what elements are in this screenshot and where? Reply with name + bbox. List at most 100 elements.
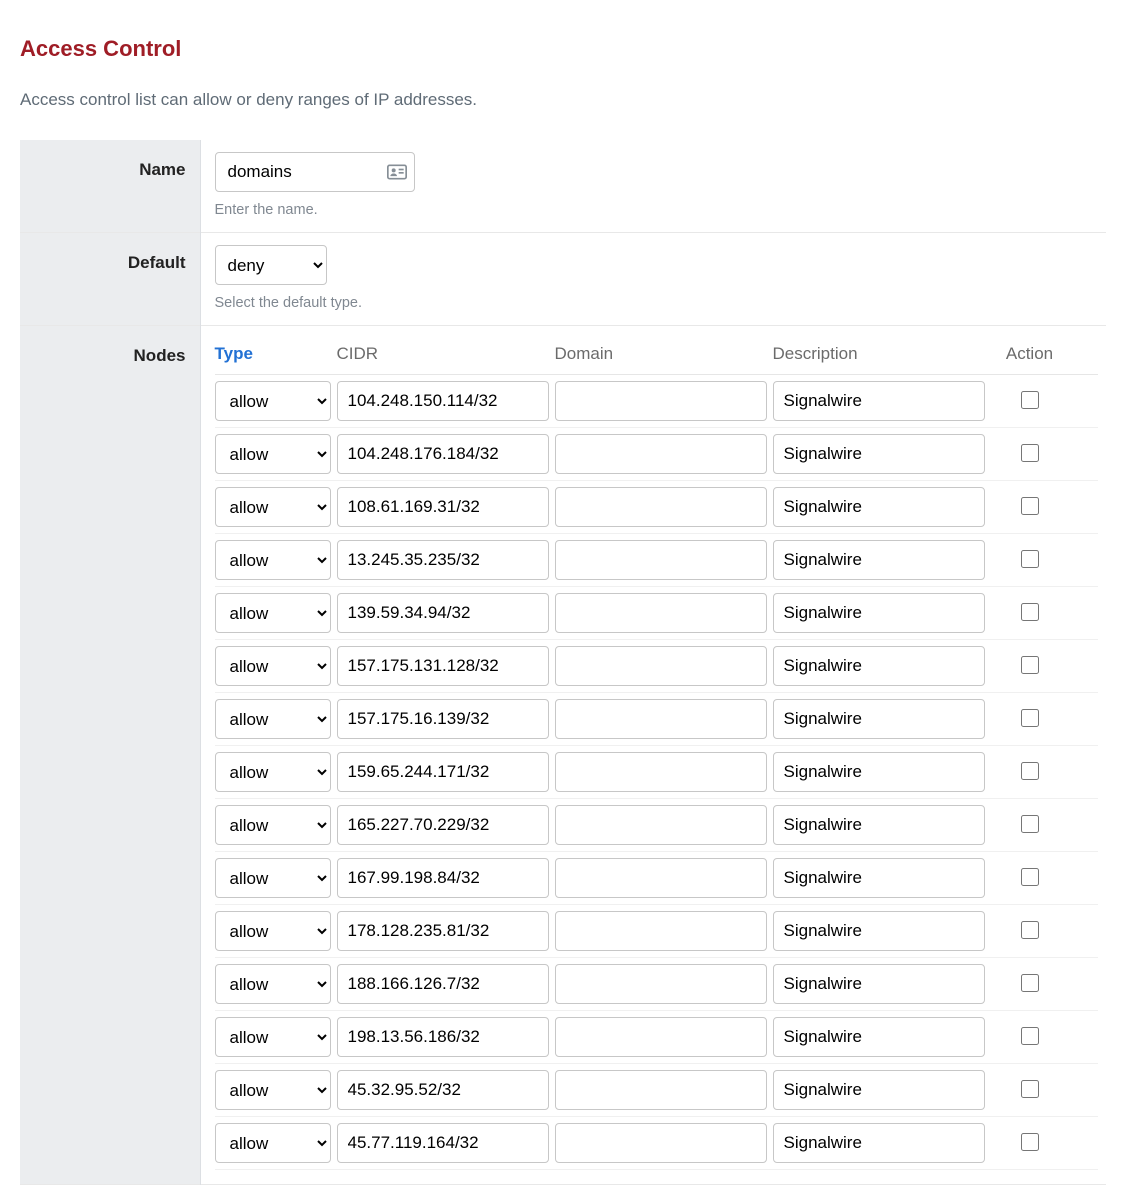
node-action-checkbox[interactable] xyxy=(1021,815,1039,833)
node-cidr-input[interactable] xyxy=(337,964,549,1004)
node-description-input[interactable] xyxy=(773,434,985,474)
name-label: Name xyxy=(20,140,200,233)
node-description-input[interactable] xyxy=(773,487,985,527)
node-domain-input[interactable] xyxy=(555,593,767,633)
node-type-select[interactable]: allowdeny xyxy=(215,646,331,686)
node-description-input[interactable] xyxy=(773,1123,985,1163)
node-cidr-input[interactable] xyxy=(337,646,549,686)
node-description-input[interactable] xyxy=(773,540,985,580)
column-header-description: Description xyxy=(773,344,985,364)
node-action-checkbox[interactable] xyxy=(1021,709,1039,727)
page-subtitle: Access control list can allow or deny ra… xyxy=(20,90,1106,110)
name-input[interactable] xyxy=(215,152,415,192)
node-description-input[interactable] xyxy=(773,858,985,898)
node-type-select[interactable]: allowdeny xyxy=(215,805,331,845)
node-action-checkbox[interactable] xyxy=(1021,497,1039,515)
name-helper-text: Enter the name. xyxy=(215,202,1099,218)
node-cidr-input[interactable] xyxy=(337,1123,549,1163)
node-type-select[interactable]: allowdeny xyxy=(215,752,331,792)
nodes-row: allowdeny xyxy=(215,1117,1099,1170)
node-action-checkbox[interactable] xyxy=(1021,974,1039,992)
nodes-row: allowdeny xyxy=(215,852,1099,905)
node-cidr-input[interactable] xyxy=(337,1017,549,1057)
node-domain-input[interactable] xyxy=(555,805,767,845)
nodes-row: allowdeny xyxy=(215,640,1099,693)
node-cidr-input[interactable] xyxy=(337,487,549,527)
node-description-input[interactable] xyxy=(773,752,985,792)
node-description-input[interactable] xyxy=(773,1070,985,1110)
node-type-select[interactable]: allowdeny xyxy=(215,1017,331,1057)
nodes-row: allowdeny xyxy=(215,1011,1099,1064)
node-type-select[interactable]: allowdeny xyxy=(215,381,331,421)
node-cidr-input[interactable] xyxy=(337,593,549,633)
nodes-row: allowdeny xyxy=(215,1064,1099,1117)
node-domain-input[interactable] xyxy=(555,752,767,792)
node-cidr-input[interactable] xyxy=(337,911,549,951)
node-cidr-input[interactable] xyxy=(337,805,549,845)
node-description-input[interactable] xyxy=(773,805,985,845)
node-description-input[interactable] xyxy=(773,646,985,686)
node-domain-input[interactable] xyxy=(555,487,767,527)
column-header-type[interactable]: Type xyxy=(215,344,331,364)
node-description-input[interactable] xyxy=(773,381,985,421)
node-cidr-input[interactable] xyxy=(337,1070,549,1110)
node-action-checkbox[interactable] xyxy=(1021,1080,1039,1098)
node-domain-input[interactable] xyxy=(555,646,767,686)
node-domain-input[interactable] xyxy=(555,381,767,421)
node-cidr-input[interactable] xyxy=(337,381,549,421)
node-type-select[interactable]: allowdeny xyxy=(215,434,331,474)
node-domain-input[interactable] xyxy=(555,540,767,580)
node-domain-input[interactable] xyxy=(555,1123,767,1163)
node-description-input[interactable] xyxy=(773,593,985,633)
node-domain-input[interactable] xyxy=(555,699,767,739)
node-action-checkbox[interactable] xyxy=(1021,1133,1039,1151)
node-domain-input[interactable] xyxy=(555,1017,767,1057)
node-type-select[interactable]: allowdeny xyxy=(215,964,331,1004)
node-type-select[interactable]: allowdeny xyxy=(215,858,331,898)
nodes-row: allowdeny xyxy=(215,534,1099,587)
node-action-checkbox[interactable] xyxy=(1021,550,1039,568)
node-action-checkbox[interactable] xyxy=(1021,603,1039,621)
node-description-input[interactable] xyxy=(773,1017,985,1057)
node-domain-input[interactable] xyxy=(555,1070,767,1110)
default-select[interactable]: denyallow xyxy=(215,245,327,285)
node-action-checkbox[interactable] xyxy=(1021,656,1039,674)
node-cidr-input[interactable] xyxy=(337,752,549,792)
node-domain-input[interactable] xyxy=(555,858,767,898)
node-action-checkbox[interactable] xyxy=(1021,868,1039,886)
node-description-input[interactable] xyxy=(773,911,985,951)
node-description-input[interactable] xyxy=(773,964,985,1004)
node-type-select[interactable]: allowdeny xyxy=(215,699,331,739)
nodes-label: Nodes xyxy=(20,326,200,1185)
nodes-row: allowdeny xyxy=(215,481,1099,534)
node-type-select[interactable]: allowdeny xyxy=(215,1123,331,1163)
node-description-input[interactable] xyxy=(773,699,985,739)
node-action-checkbox[interactable] xyxy=(1021,1027,1039,1045)
node-cidr-input[interactable] xyxy=(337,858,549,898)
form-table: Name Enter the name. Default denyal xyxy=(20,140,1106,1185)
nodes-body: allowdeny allowdeny allowdeny allowdeny allo… xyxy=(215,375,1099,1170)
node-action-checkbox[interactable] xyxy=(1021,444,1039,462)
nodes-row: allowdeny xyxy=(215,587,1099,640)
node-type-select[interactable]: allowdeny xyxy=(215,1070,331,1110)
node-domain-input[interactable] xyxy=(555,434,767,474)
node-type-select[interactable]: allowdeny xyxy=(215,487,331,527)
address-card-icon xyxy=(387,164,407,180)
node-domain-input[interactable] xyxy=(555,964,767,1004)
page-title: Access Control xyxy=(20,36,1106,62)
default-label: Default xyxy=(20,233,200,326)
nodes-header-row: Type CIDR Domain Description Action xyxy=(215,338,1099,375)
nodes-row: allowdeny xyxy=(215,693,1099,746)
node-action-checkbox[interactable] xyxy=(1021,921,1039,939)
node-type-select[interactable]: allowdeny xyxy=(215,593,331,633)
node-action-checkbox[interactable] xyxy=(1021,762,1039,780)
column-header-action: Action xyxy=(991,344,1069,364)
nodes-row: allowdeny xyxy=(215,428,1099,481)
node-cidr-input[interactable] xyxy=(337,540,549,580)
node-cidr-input[interactable] xyxy=(337,699,549,739)
node-type-select[interactable]: allowdeny xyxy=(215,540,331,580)
node-domain-input[interactable] xyxy=(555,911,767,951)
node-cidr-input[interactable] xyxy=(337,434,549,474)
node-action-checkbox[interactable] xyxy=(1021,391,1039,409)
node-type-select[interactable]: allowdeny xyxy=(215,911,331,951)
